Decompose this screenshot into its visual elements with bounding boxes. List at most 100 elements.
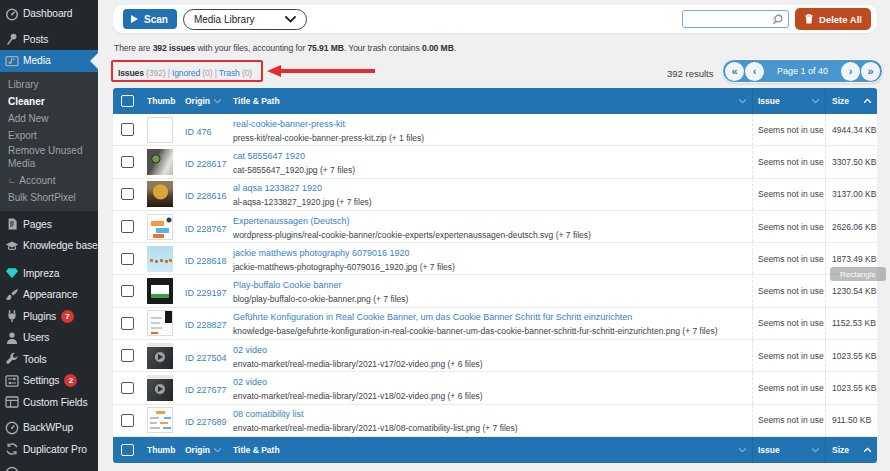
next-page-button[interactable]: ›	[841, 62, 860, 81]
submenu-item[interactable]: Export	[0, 127, 98, 144]
media-title-link[interactable]: Geführte Konfiguration in Real Cookie Ba…	[233, 312, 632, 322]
sort-icon	[811, 447, 820, 452]
video-player-thumbnail[interactable]	[147, 343, 173, 369]
sidebar-item[interactable]: Custom Fields	[0, 392, 98, 414]
row-checkbox[interactable]	[121, 317, 134, 330]
last-page-button[interactable]: »	[861, 62, 880, 81]
sidebar-item[interactable]: Posts	[0, 29, 98, 51]
media-path: envato-market/real-media-library/2021-v1…	[233, 391, 483, 401]
prev-page-button[interactable]: ‹	[745, 62, 764, 81]
media-id-link[interactable]: ID 228616	[185, 191, 227, 201]
file-size: 4944.34 KB	[832, 125, 876, 135]
row-checkbox[interactable]	[121, 220, 134, 233]
sky-photo-thumbnail[interactable]	[147, 246, 173, 272]
wrench-icon	[5, 352, 19, 366]
submenu-item[interactable]: Remove Unused Media	[0, 144, 98, 172]
sidebar-item[interactable]: Plugins 7	[0, 306, 98, 328]
sidebar-item[interactable]: Pages	[0, 214, 98, 236]
media-title-link[interactable]: jackie matthews photography 6079016 1920	[233, 248, 410, 258]
tab-trash[interactable]: Trash	[219, 68, 240, 78]
diamond-icon	[5, 266, 19, 280]
list-illustration-thumbnail[interactable]	[147, 407, 173, 433]
column-footer-title-path[interactable]: Title & Path	[227, 445, 752, 455]
submenu-item[interactable]: ∟Account	[0, 172, 98, 189]
media-id-link[interactable]: ID 228827	[185, 320, 227, 330]
column-footer-size[interactable]: Size	[825, 437, 877, 463]
sidebar-item[interactable]: Impreza	[0, 263, 98, 285]
row-checkbox[interactable]	[121, 285, 134, 298]
cat-photo-thumbnail[interactable]	[147, 149, 173, 175]
media-title-link[interactable]: 08 comatibility list	[233, 409, 304, 419]
delete-all-button[interactable]: Delete All	[795, 8, 871, 30]
tab-issues[interactable]: Issues	[118, 68, 144, 78]
row-checkbox[interactable]	[121, 253, 134, 266]
screenshot-page-thumbnail[interactable]	[147, 310, 173, 336]
column-header-title-path[interactable]: Title & Path	[227, 96, 752, 106]
issues-table: Thumb Origin Title & Path Issue Size ID …	[113, 88, 877, 463]
tab-ignored[interactable]: Ignored	[172, 68, 200, 78]
sidebar-item[interactable]: Dashboard	[0, 3, 98, 25]
update-count-badge: 7	[61, 310, 74, 323]
screenshot-dark-thumbnail[interactable]	[147, 278, 173, 304]
media-title-link[interactable]: 02 video	[233, 345, 267, 355]
column-header-issue[interactable]: Issue	[752, 88, 825, 114]
column-header-origin[interactable]: Origin	[182, 96, 227, 106]
issues-summary: There are 392 issues with your files, ac…	[114, 43, 456, 53]
annotation-tool-label: Rectangle	[830, 267, 886, 281]
sidebar-item[interactable]: Users	[0, 327, 98, 349]
media-title-link[interactable]: 02 video	[233, 377, 267, 387]
media-id-link[interactable]: ID 229197	[185, 288, 227, 298]
media-title-link[interactable]: al aqsa 1233827 1920	[233, 183, 322, 193]
column-footer-issue[interactable]: Issue	[752, 437, 825, 463]
sidebar-item[interactable]: Knowledge base	[0, 235, 98, 257]
row-checkbox[interactable]	[121, 382, 134, 395]
submenu-item[interactable]: Add New	[0, 110, 98, 127]
search-input[interactable]	[682, 10, 789, 28]
media-id-link[interactable]: ID 227504	[185, 353, 227, 363]
scan-button[interactable]: Scan	[123, 9, 177, 29]
issue-status: Seems not in use	[758, 286, 824, 296]
media-id-link[interactable]: ID 228767	[185, 224, 227, 234]
mosque-photo-thumbnail[interactable]	[147, 181, 173, 207]
media-title-link[interactable]: Play-buffalo Cookie banner	[233, 280, 341, 290]
plug-icon	[5, 309, 19, 323]
media-title-link[interactable]: Expertenaussagen (Deutsch)	[233, 216, 350, 226]
column-footer-origin[interactable]: Origin	[182, 445, 227, 455]
row-checkbox[interactable]	[121, 188, 134, 201]
media-path: cat-5855647_1920.jpg (+ 7 files)	[233, 165, 355, 175]
media-title-link[interactable]: cat 5855647 1920	[233, 151, 305, 161]
media-id-link[interactable]: ID 476	[185, 127, 212, 137]
media-id-link[interactable]: ID 227689	[185, 417, 227, 427]
sidebar-item[interactable]: BackWPup	[0, 417, 98, 439]
first-page-button[interactable]: «	[725, 62, 744, 81]
row-checkbox[interactable]	[121, 156, 134, 169]
brush-icon	[5, 288, 19, 302]
file-size: 911.50 KB	[832, 415, 871, 425]
media-id-link[interactable]: ID 228618	[185, 256, 227, 266]
select-all-checkbox[interactable]	[121, 444, 134, 457]
issue-status: Seems not in use	[758, 383, 824, 393]
row-checkbox[interactable]	[121, 349, 134, 362]
submenu-item[interactable]: Bulk ShortPixel	[0, 189, 98, 206]
tree-branch-icon: ∟	[8, 175, 16, 185]
media-title-link[interactable]: real-cookie-banner-press-kit	[233, 119, 345, 129]
media-id-link[interactable]: ID 228617	[185, 159, 227, 169]
submenu-item[interactable]: Library	[0, 76, 98, 93]
column-header-size[interactable]: Size	[825, 88, 877, 114]
sidebar-item[interactable]	[0, 460, 98, 471]
row-checkbox[interactable]	[121, 123, 134, 136]
select-all-checkbox[interactable]	[121, 95, 134, 108]
sidebar-item[interactable]: Media	[0, 50, 98, 72]
video-player-thumbnail[interactable]	[147, 375, 173, 401]
results-count: 392 results	[667, 68, 713, 79]
empty-thumbnail[interactable]	[147, 117, 173, 143]
media-id-link[interactable]: ID 227677	[185, 385, 227, 395]
sidebar-item[interactable]: Appearance	[0, 284, 98, 306]
submenu-item[interactable]: Cleaner	[0, 93, 98, 110]
sidebar-item[interactable]: Settings 2	[0, 370, 98, 392]
chat-illustration-thumbnail[interactable]	[147, 214, 173, 240]
source-select[interactable]: Media Library	[183, 9, 307, 30]
row-checkbox[interactable]	[121, 414, 134, 427]
sidebar-item[interactable]: Duplicator Pro	[0, 439, 98, 461]
sidebar-item[interactable]: Tools	[0, 349, 98, 371]
